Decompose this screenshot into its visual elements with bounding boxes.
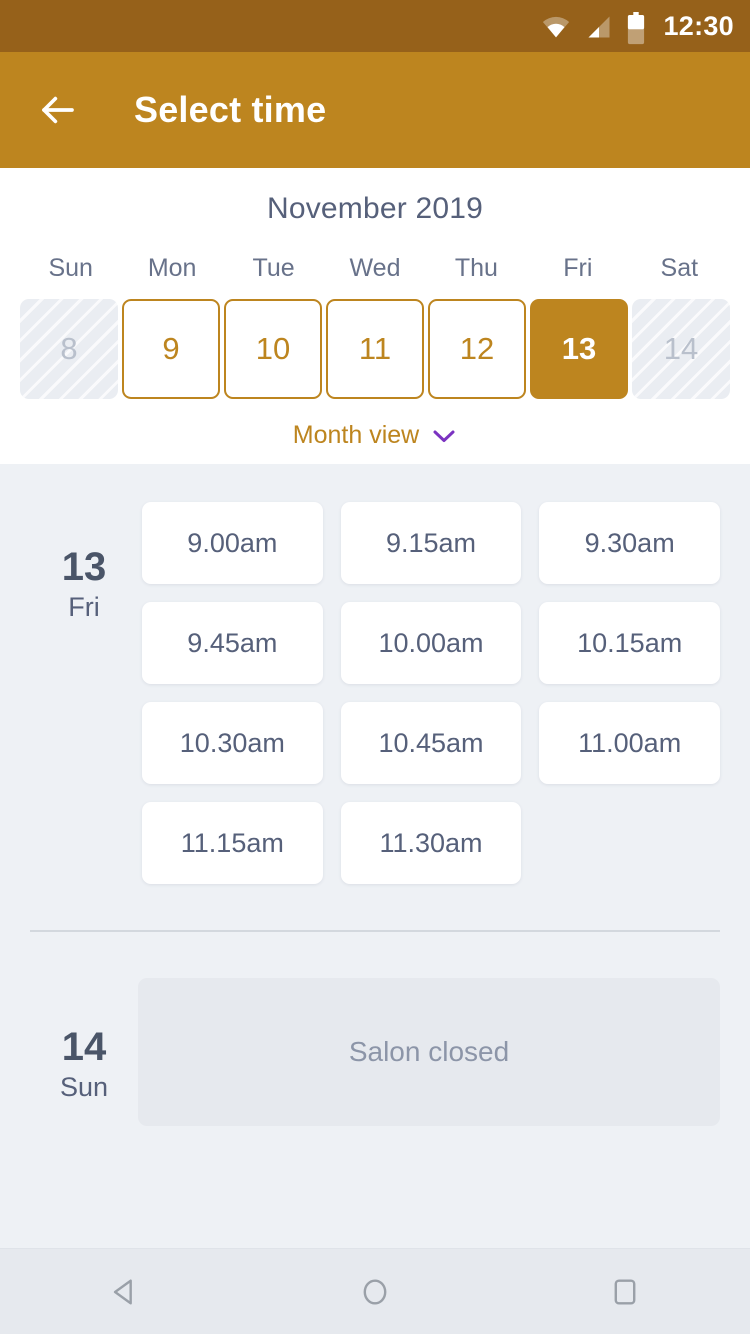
day-label: 14 Sun: [30, 978, 138, 1126]
calendar-month-title: November 2019: [266, 192, 484, 225]
day-number: 13: [61, 545, 107, 589]
weekday-label: Thu: [454, 254, 498, 282]
weekday-label: Tue: [252, 254, 295, 282]
time-slot[interactable]: 10.30am: [142, 702, 323, 784]
schedule-day-group: 13 Fri 9.00am 9.15am 9.30am 9.45am 10.00…: [0, 464, 750, 884]
schedule-day-group: 14 Sun Salon closed: [0, 932, 750, 1126]
time-slot[interactable]: 11.00am: [539, 702, 720, 784]
day-label: 13 Fri: [30, 502, 138, 884]
calendar-day-cell[interactable]: 9: [122, 299, 220, 399]
nav-back-icon: [108, 1275, 142, 1309]
nav-home-icon: [358, 1275, 392, 1309]
calendar-day-cell[interactable]: 11: [326, 299, 424, 399]
day-weekday: Sun: [59, 1072, 109, 1102]
calendar-day-cell-selected[interactable]: 13: [530, 299, 628, 399]
phone-screen: 12:30 Select time November 2019 Sun Mon …: [0, 0, 750, 1334]
day-weekday: Fri: [68, 592, 100, 622]
salon-closed-banner: Salon closed: [138, 978, 720, 1126]
month-view-label: Month view: [292, 421, 420, 449]
time-slot[interactable]: 11.15am: [142, 802, 323, 884]
signal-icon: [585, 13, 613, 39]
time-slot[interactable]: 10.00am: [340, 602, 522, 684]
page-title: Select time: [134, 89, 327, 130]
month-view-toggle[interactable]: Month view: [0, 421, 750, 450]
wifi-icon: [541, 13, 571, 39]
status-bar-icons: [541, 12, 645, 45]
calendar-day-row: 8 9 10 11 12 13 14: [0, 299, 750, 399]
time-slot[interactable]: 9.45am: [142, 602, 323, 684]
weekday-label: Wed: [349, 254, 401, 282]
calendar-day-cell[interactable]: 12: [428, 299, 526, 399]
calendar-day-cell: 14: [632, 299, 730, 399]
time-slot[interactable]: 9.00am: [142, 502, 323, 584]
time-slot-grid: 9.00am 9.15am 9.30am 9.45am 10.00am 10.1…: [138, 502, 720, 884]
schedule-list: 13 Fri 9.00am 9.15am 9.30am 9.45am 10.00…: [0, 464, 750, 1248]
calendar-day-cell: 8: [20, 299, 118, 399]
calendar-panel: November 2019 Sun Mon Tue Wed Thu Fri Sa…: [0, 168, 750, 464]
weekday-label: Fri: [563, 254, 593, 282]
time-slot[interactable]: 10.15am: [539, 602, 720, 684]
back-arrow-icon: [37, 89, 79, 131]
day-number: 14: [61, 1025, 107, 1069]
weekday-label: Sun: [48, 254, 93, 282]
weekday-label: Mon: [147, 254, 197, 282]
app-bar: Select time: [0, 52, 750, 168]
time-slot[interactable]: 10.45am: [340, 702, 522, 784]
android-nav-bar: [0, 1248, 750, 1334]
weekday-label: Sat: [660, 254, 699, 282]
nav-recents-button[interactable]: [570, 1261, 680, 1323]
chevron-down-icon: [431, 428, 457, 444]
calendar-day-cell[interactable]: 10: [224, 299, 322, 399]
status-bar-clock: 12:30: [663, 10, 734, 41]
nav-home-button[interactable]: [320, 1261, 430, 1323]
battery-icon: [627, 12, 645, 45]
nav-back-button[interactable]: [70, 1261, 180, 1323]
time-slot[interactable]: 9.30am: [539, 502, 720, 584]
weekday-header-row: Sun Mon Tue Wed Thu Fri Sat: [0, 254, 750, 283]
nav-recents-icon: [608, 1275, 642, 1309]
time-slot[interactable]: 11.30am: [340, 802, 522, 884]
time-slot[interactable]: 9.15am: [340, 502, 522, 584]
status-bar: 12:30: [0, 0, 750, 52]
back-button[interactable]: [30, 82, 86, 138]
